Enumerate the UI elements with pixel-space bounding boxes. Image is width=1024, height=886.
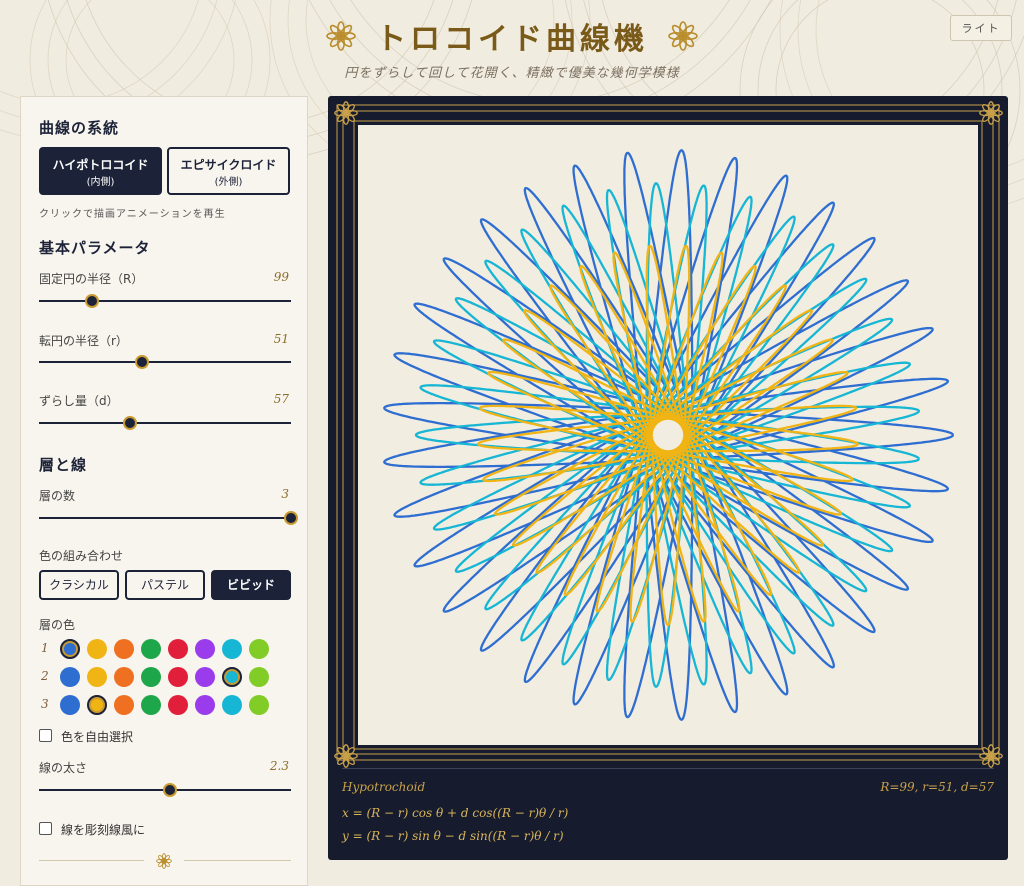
layer-colors-label: 層の色 (39, 618, 76, 632)
control-panel: 曲線の系統 ハイポトロコイド (内側) エピサイクロイド (外側) クリックで描… (20, 96, 308, 886)
line-width-value: 2.3 (269, 759, 289, 773)
rolling-radius-thumb[interactable] (135, 355, 150, 369)
rolling-radius-slider[interactable] (39, 355, 291, 369)
combo-vivid-button[interactable]: ビビッド (211, 570, 291, 600)
color-swatch[interactable] (168, 695, 188, 715)
curve-params: R=99, r=51, d=57 (880, 780, 994, 794)
color-swatch[interactable] (168, 667, 188, 687)
color-swatch[interactable] (222, 639, 242, 659)
color-swatch[interactable] (114, 639, 134, 659)
color-swatch[interactable] (87, 667, 107, 687)
formula-y: y = (R − r) sin θ − d sin((R − r)θ / r) (342, 829, 564, 843)
fixed-radius-label: 固定円の半径（R） (39, 272, 144, 286)
color-swatch[interactable] (60, 667, 80, 687)
color-swatch[interactable] (249, 667, 269, 687)
color-swatch[interactable] (249, 639, 269, 659)
panel-divider-right (184, 860, 291, 861)
family-section-title: 曲線の系統 (39, 119, 120, 137)
color-combo-label: 色の組み合わせ (39, 549, 124, 563)
basic-section-title: 基本パラメータ (39, 239, 151, 257)
theme-toggle-button[interactable]: ライト (950, 15, 1012, 41)
layer-row-number: 3 (41, 697, 49, 711)
info-divider (342, 768, 994, 769)
color-swatch[interactable] (114, 695, 134, 715)
epicycloid-sublabel: (外側) (214, 177, 243, 188)
color-swatch[interactable] (222, 667, 242, 687)
offset-slider[interactable] (39, 416, 291, 430)
hypotrochoid-label: ハイポトロコイド (52, 158, 149, 172)
fixed-radius-slider[interactable] (39, 294, 291, 308)
panel-divider-left (39, 860, 144, 861)
corner-ornament-icon (979, 744, 1003, 768)
color-swatch[interactable] (222, 695, 242, 715)
fixed-radius-value: 99 (273, 270, 289, 284)
line-width-thumb[interactable] (163, 783, 178, 797)
layers-section-title: 層と線 (39, 456, 88, 474)
offset-value: 57 (273, 392, 289, 406)
fixed-radius-thumb[interactable] (84, 294, 99, 308)
page-title: トロコイド曲線機 (376, 22, 648, 57)
curve-name: Hypotrochoid (342, 780, 426, 794)
layer-count-label: 層の数 (39, 489, 76, 503)
corner-ornament-icon (334, 744, 358, 768)
page-subtitle: 円をずらして回して花開く、精緻で優美な幾何学模様 (344, 66, 680, 81)
right-ornament-icon (668, 21, 698, 51)
page-header: トロコイド曲線機 円をずらして回して花開く、精緻で優美な幾何学模様 (0, 0, 1024, 90)
hypotrochoid-button[interactable]: ハイポトロコイド (内側) (39, 147, 162, 195)
animation-hint: クリックで描画アニメーションを再生 (39, 209, 226, 220)
color-swatch[interactable] (114, 667, 134, 687)
trochoid-canvas[interactable] (328, 96, 1008, 860)
rolling-radius-label: 転円の半径（r） (39, 334, 128, 348)
line-width-slider[interactable] (39, 783, 291, 797)
color-swatch[interactable] (141, 667, 161, 687)
free-color-checkbox[interactable] (39, 729, 52, 742)
color-swatch[interactable] (141, 695, 161, 715)
formula-x: x = (R − r) cos θ + d cos((R − r)θ / r) (342, 806, 569, 820)
color-swatch[interactable] (195, 667, 215, 687)
layer-row-number: 2 (41, 669, 49, 683)
color-swatch[interactable] (168, 639, 188, 659)
color-swatch[interactable] (249, 695, 269, 715)
epicycloid-button[interactable]: エピサイクロイド (外側) (167, 147, 290, 195)
epicycloid-label: エピサイクロイド (180, 158, 277, 172)
layer-count-value: 3 (281, 487, 289, 501)
layer-count-thumb[interactable] (284, 511, 298, 525)
offset-label: ずらし量（d） (39, 394, 119, 408)
color-swatch[interactable] (60, 639, 80, 659)
color-swatch[interactable] (195, 695, 215, 715)
color-swatch[interactable] (141, 639, 161, 659)
hypotrochoid-sublabel: (内側) (86, 177, 115, 188)
color-swatch[interactable] (87, 639, 107, 659)
rolling-radius-value: 51 (273, 332, 289, 346)
combo-classic-button[interactable]: クラシカル (39, 570, 119, 600)
color-swatch[interactable] (87, 695, 107, 715)
engrave-checkbox[interactable] (39, 822, 52, 835)
layer-row-number: 1 (41, 641, 49, 655)
engrave-label: 線を彫刻線風に (61, 823, 146, 837)
layer-count-slider[interactable] (39, 511, 298, 525)
drawing-canvas-frame: Hypotrochoid R=99, r=51, d=57 x = (R − r… (328, 96, 1008, 860)
color-swatch[interactable] (195, 639, 215, 659)
panel-ornament-icon (156, 853, 172, 869)
offset-thumb[interactable] (122, 416, 137, 430)
combo-pastel-button[interactable]: パステル (125, 570, 205, 600)
line-width-label: 線の太さ (39, 761, 88, 775)
free-color-label: 色を自由選択 (61, 730, 134, 744)
color-swatch[interactable] (60, 695, 80, 715)
left-ornament-icon (326, 21, 356, 51)
